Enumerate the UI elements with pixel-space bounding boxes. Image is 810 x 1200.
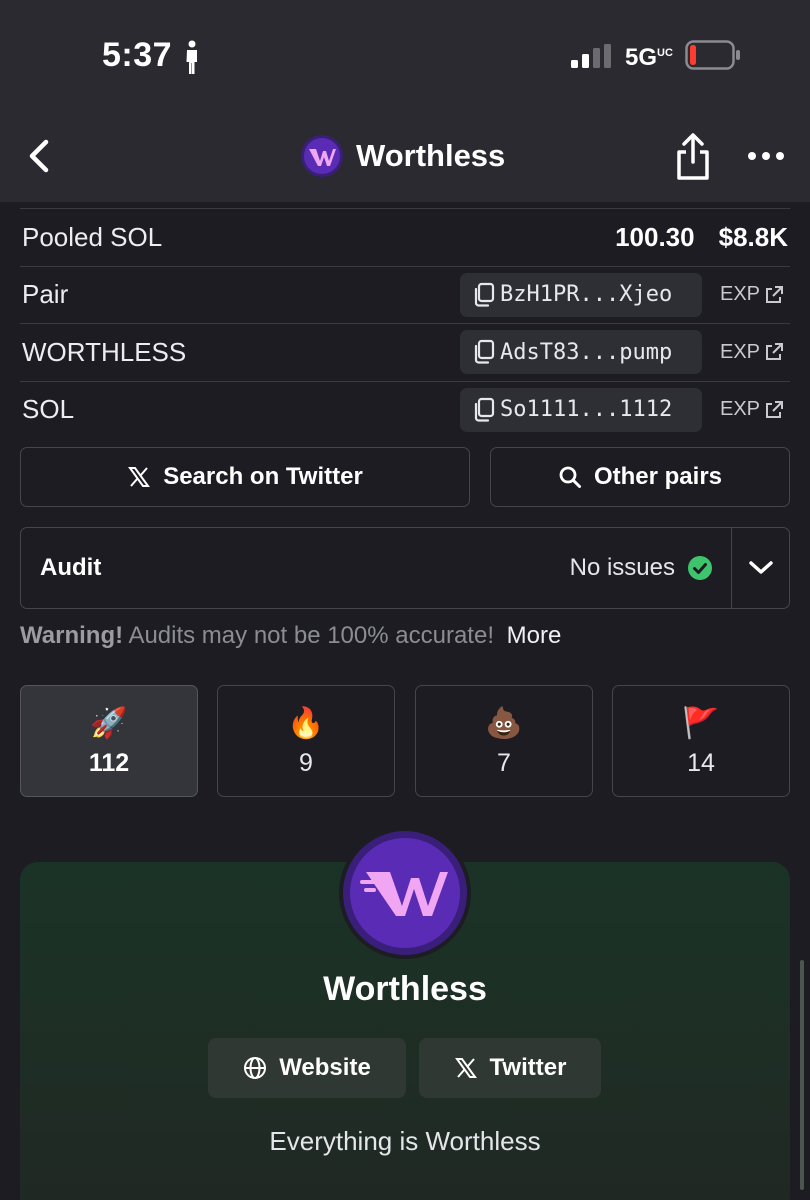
network-suffix: UC bbox=[657, 47, 673, 59]
search-on-twitter-label: Search on Twitter bbox=[163, 463, 363, 490]
twitter-button[interactable]: Twitter bbox=[419, 1038, 601, 1098]
audit-panel[interactable]: Audit No issues bbox=[20, 527, 790, 609]
reaction-red-flag[interactable]: 🚩 14 bbox=[612, 685, 790, 797]
explorer-link[interactable]: EXP bbox=[720, 283, 790, 306]
reaction-rocket[interactable]: 🚀 112 bbox=[20, 685, 198, 797]
network-indicator: 5GUC bbox=[625, 44, 673, 71]
search-icon bbox=[559, 466, 581, 488]
fire-icon: 🔥 bbox=[287, 706, 325, 740]
chevron-down-icon bbox=[748, 561, 773, 574]
token-description: Everything is Worthless bbox=[269, 1126, 541, 1156]
reaction-count: 9 bbox=[299, 748, 313, 777]
cellular-signal-icon bbox=[571, 44, 611, 68]
warning-text: Audits may not be 100% accurate! bbox=[128, 622, 494, 649]
pooled-sol-amount: 100.30 bbox=[615, 221, 695, 252]
share-icon[interactable] bbox=[672, 132, 714, 182]
explorer-link-label: EXP bbox=[720, 340, 761, 363]
more-options-icon[interactable] bbox=[744, 144, 788, 168]
warning-strong: Warning! bbox=[20, 622, 124, 649]
check-circle-icon bbox=[688, 556, 712, 580]
person-icon bbox=[186, 40, 197, 74]
reaction-count: 14 bbox=[687, 748, 715, 777]
copy-address-button[interactable]: AdsT83...pump bbox=[460, 330, 702, 375]
copy-address-button[interactable]: So1111...1112 bbox=[460, 387, 702, 432]
explorer-link-label: EXP bbox=[720, 398, 761, 421]
external-link-icon bbox=[766, 400, 784, 418]
globe-icon bbox=[244, 1057, 267, 1079]
address-label: WORTHLESS bbox=[22, 336, 187, 367]
explorer-link[interactable]: EXP bbox=[720, 398, 790, 421]
x-logo-icon bbox=[454, 1058, 477, 1078]
reaction-poop[interactable]: 💩 7 bbox=[415, 685, 593, 797]
address-text: So1111...1112 bbox=[500, 397, 673, 423]
copy-icon bbox=[474, 397, 495, 422]
website-label: Website bbox=[279, 1054, 371, 1081]
token-info-list: Pooled SOL 100.30 $8.8K Pair BzH1PR...Xj… bbox=[20, 208, 790, 438]
battery-icon bbox=[685, 40, 740, 70]
warning-more-link[interactable]: More bbox=[507, 622, 562, 649]
audit-warning: Warning! Audits may not be 100% accurate… bbox=[20, 622, 561, 650]
address-text: BzH1PR...Xjeo bbox=[500, 282, 673, 308]
back-button[interactable] bbox=[20, 134, 60, 178]
pooled-sol-usd: $8.8K bbox=[718, 221, 788, 252]
address-label: Pair bbox=[22, 279, 69, 310]
copy-icon bbox=[474, 340, 495, 364]
address-text: AdsT83...pump bbox=[500, 339, 673, 365]
copy-address-button[interactable]: BzH1PR...Xjeo bbox=[460, 272, 702, 317]
audit-label: Audit bbox=[40, 554, 102, 581]
app-header: Worthless bbox=[0, 110, 810, 202]
address-row-pair: Pair BzH1PR...Xjeo EXP bbox=[20, 265, 790, 324]
copy-icon bbox=[474, 282, 495, 307]
pooled-sol-label: Pooled SOL bbox=[22, 221, 163, 252]
scrollbar[interactable] bbox=[800, 960, 804, 1190]
address-label: SOL bbox=[22, 394, 75, 425]
address-row-sol: SOL So1111...1112 EXP bbox=[20, 380, 790, 439]
reaction-fire[interactable]: 🔥 9 bbox=[217, 685, 395, 797]
red-flag-icon: 🚩 bbox=[682, 706, 720, 740]
header-title-group: Worthless bbox=[300, 134, 505, 178]
page-title: Worthless bbox=[356, 138, 506, 173]
audit-expand-button[interactable] bbox=[731, 528, 789, 608]
explorer-link-label: EXP bbox=[720, 283, 761, 306]
audit-status: No issues bbox=[570, 554, 731, 582]
reaction-count: 7 bbox=[497, 748, 511, 777]
twitter-label: Twitter bbox=[489, 1054, 567, 1081]
token-logo-large bbox=[339, 827, 471, 959]
website-button[interactable]: Website bbox=[208, 1038, 406, 1098]
rocket-icon: 🚀 bbox=[90, 706, 128, 740]
other-pairs-label: Other pairs bbox=[593, 463, 723, 490]
other-pairs-button[interactable]: Other pairs bbox=[490, 447, 790, 507]
token-logo-icon bbox=[301, 135, 343, 177]
x-logo-icon bbox=[128, 467, 151, 487]
reaction-count: 112 bbox=[88, 748, 130, 777]
search-on-twitter-button[interactable]: Search on Twitter bbox=[20, 447, 470, 507]
audit-status-text: No issues bbox=[569, 554, 675, 581]
external-link-icon bbox=[766, 285, 784, 303]
explorer-link[interactable]: EXP bbox=[720, 341, 790, 364]
status-bar: 5:37 5GUC bbox=[0, 0, 810, 110]
poop-icon: 💩 bbox=[485, 706, 523, 740]
external-link-icon bbox=[766, 343, 784, 361]
status-time: 5:37 bbox=[102, 36, 173, 74]
token-name: Worthless bbox=[323, 970, 487, 1008]
pooled-sol-row: Pooled SOL 100.30 $8.8K bbox=[20, 208, 790, 266]
address-row-worthless: WORTHLESS AdsT83...pump EXP bbox=[20, 323, 790, 381]
